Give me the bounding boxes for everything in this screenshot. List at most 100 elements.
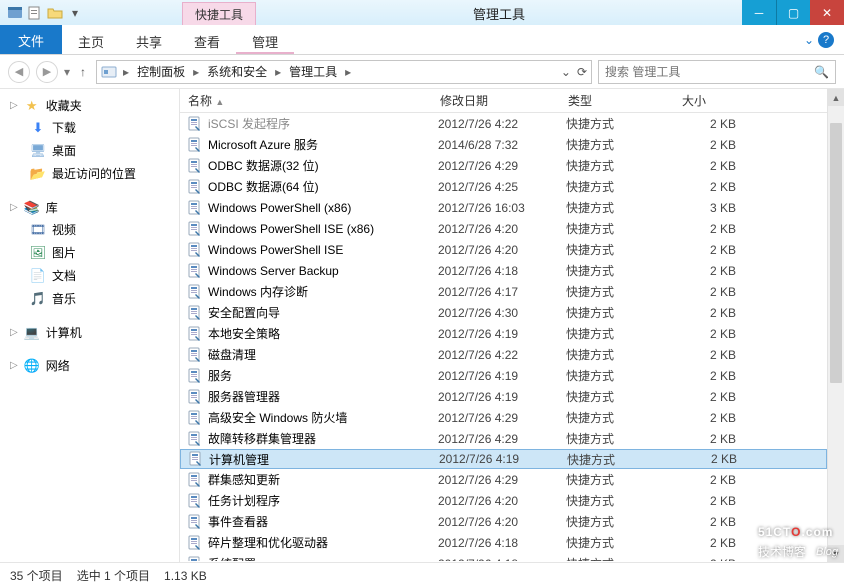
- close-button[interactable]: ✕: [810, 0, 844, 25]
- history-dropdown-icon[interactable]: ▾: [64, 65, 70, 79]
- file-row[interactable]: 高级安全 Windows 防火墙2012/7/26 4:29快捷方式2 KB: [180, 407, 827, 428]
- scroll-up-button[interactable]: ▲: [828, 89, 844, 106]
- file-size: 2 KB: [680, 138, 736, 152]
- sidebar-item-documents[interactable]: 📄文档: [0, 264, 179, 287]
- search-icon[interactable]: 🔍: [814, 65, 829, 79]
- sidebar-computer[interactable]: ▷💻计算机: [0, 322, 179, 343]
- file-row[interactable]: 任务计划程序2012/7/26 4:20快捷方式2 KB: [180, 490, 827, 511]
- sidebar-item-videos[interactable]: 🎞视频: [0, 218, 179, 241]
- shortcut-icon: [186, 347, 204, 363]
- refresh-icon[interactable]: ⟳: [577, 65, 587, 79]
- col-date[interactable]: 修改日期: [432, 92, 560, 109]
- file-row[interactable]: 群集感知更新2012/7/26 4:29快捷方式2 KB: [180, 469, 827, 490]
- address-dropdown-icon[interactable]: ⌄: [561, 65, 571, 79]
- file-row[interactable]: ODBC 数据源(64 位)2012/7/26 4:25快捷方式2 KB: [180, 176, 827, 197]
- sidebar-item-label: 视频: [52, 221, 76, 238]
- expand-ribbon-icon[interactable]: ⌄: [804, 33, 814, 47]
- file-size: 3 KB: [680, 201, 736, 215]
- breadcrumb-item[interactable]: 控制面板: [135, 63, 187, 80]
- file-date: 2012/7/26 4:30: [438, 306, 566, 320]
- file-name: Windows PowerShell ISE (x86): [208, 222, 438, 236]
- sidebar-network[interactable]: ▷🌐网络: [0, 355, 179, 376]
- sidebar-item-label: 桌面: [52, 142, 76, 159]
- search-input[interactable]: [605, 65, 814, 79]
- file-type: 快捷方式: [566, 471, 680, 488]
- computer-icon: 💻: [24, 325, 40, 341]
- qat-newfolder-icon[interactable]: [46, 4, 64, 22]
- vertical-scrollbar[interactable]: ▲ ▼: [827, 89, 844, 562]
- maximize-button[interactable]: ▢: [776, 0, 810, 25]
- file-type: 快捷方式: [566, 199, 680, 216]
- search-box[interactable]: 🔍: [598, 60, 836, 84]
- file-row[interactable]: 故障转移群集管理器2012/7/26 4:29快捷方式2 KB: [180, 428, 827, 449]
- file-size: 2 KB: [680, 411, 736, 425]
- file-row[interactable]: Microsoft Azure 服务2014/6/28 7:32快捷方式2 KB: [180, 134, 827, 155]
- col-type[interactable]: 类型: [560, 92, 674, 109]
- file-type: 快捷方式: [566, 178, 680, 195]
- forward-button[interactable]: ▶: [36, 61, 58, 83]
- file-row[interactable]: Windows PowerShell (x86)2012/7/26 16:03快…: [180, 197, 827, 218]
- file-name: 磁盘清理: [208, 346, 438, 363]
- ribbon-tab-manage[interactable]: 管理: [236, 25, 294, 54]
- sidebar-libraries[interactable]: ▷📚库: [0, 197, 179, 218]
- ribbon-tab-share[interactable]: 共享: [120, 25, 178, 54]
- file-type: 快捷方式: [566, 346, 680, 363]
- libraries-icon: 📚: [24, 200, 40, 216]
- file-row[interactable]: 事件查看器2012/7/26 4:20快捷方式2 KB: [180, 511, 827, 532]
- col-name[interactable]: 名称 ▲: [180, 92, 432, 109]
- sidebar-favorites[interactable]: ▷★收藏夹: [0, 95, 179, 116]
- navigation-pane: ▷★收藏夹 ⬇下载 🖥桌面 📂最近访问的位置 ▷📚库 🎞视频 🖼图片 📄文档 🎵…: [0, 89, 180, 562]
- breadcrumb-item[interactable]: 管理工具: [287, 63, 339, 80]
- up-button[interactable]: ↑: [76, 65, 90, 79]
- scroll-down-button[interactable]: ▼: [828, 545, 844, 562]
- ribbon-tab-view[interactable]: 查看: [178, 25, 236, 54]
- file-date: 2012/7/26 4:20: [438, 222, 566, 236]
- sidebar-item-label: 文档: [52, 267, 76, 284]
- ribbon-tab-home[interactable]: 主页: [62, 25, 120, 54]
- file-row[interactable]: 服务器管理器2012/7/26 4:19快捷方式2 KB: [180, 386, 827, 407]
- file-row[interactable]: 安全配置向导2012/7/26 4:30快捷方式2 KB: [180, 302, 827, 323]
- shortcut-icon: [186, 137, 204, 153]
- file-size: 2 KB: [680, 306, 736, 320]
- address-bar[interactable]: ▸ 控制面板 ▸ 系统和安全 ▸ 管理工具 ▸ ⌄ ⟳: [96, 60, 592, 84]
- file-name: 安全配置向导: [208, 304, 438, 321]
- file-row[interactable]: Windows PowerShell ISE2012/7/26 4:20快捷方式…: [180, 239, 827, 260]
- file-row[interactable]: iSCSI 发起程序2012/7/26 4:22快捷方式2 KB: [180, 113, 827, 134]
- file-type: 快捷方式: [566, 262, 680, 279]
- file-date: 2012/7/26 4:25: [438, 180, 566, 194]
- file-name: 故障转移群集管理器: [208, 430, 438, 447]
- file-row[interactable]: 本地安全策略2012/7/26 4:19快捷方式2 KB: [180, 323, 827, 344]
- file-row[interactable]: Windows PowerShell ISE (x86)2012/7/26 4:…: [180, 218, 827, 239]
- minimize-button[interactable]: ─: [742, 0, 776, 25]
- file-name: ODBC 数据源(32 位): [208, 157, 438, 174]
- file-row[interactable]: 服务2012/7/26 4:19快捷方式2 KB: [180, 365, 827, 386]
- sidebar-item-recent[interactable]: 📂最近访问的位置: [0, 162, 179, 185]
- shortcut-icon: [186, 284, 204, 300]
- back-button[interactable]: ◀: [8, 61, 30, 83]
- file-size: 2 KB: [680, 180, 736, 194]
- file-row[interactable]: 计算机管理2012/7/26 4:19快捷方式2 KB: [180, 449, 827, 469]
- sort-indicator-icon: ▲: [215, 97, 224, 107]
- file-type: 快捷方式: [566, 325, 680, 342]
- help-icon[interactable]: ?: [818, 32, 834, 48]
- sidebar-item-desktop[interactable]: 🖥桌面: [0, 139, 179, 162]
- qat-properties-icon[interactable]: [26, 4, 44, 22]
- file-row[interactable]: Windows Server Backup2012/7/26 4:18快捷方式2…: [180, 260, 827, 281]
- scroll-thumb[interactable]: [830, 123, 842, 383]
- sidebar-item-pictures[interactable]: 🖼图片: [0, 241, 179, 264]
- file-type: 快捷方式: [566, 555, 680, 561]
- file-row[interactable]: Windows 内存诊断2012/7/26 4:17快捷方式2 KB: [180, 281, 827, 302]
- file-row[interactable]: 系统配置2012/7/26 4:18快捷方式2 KB: [180, 553, 827, 561]
- navigation-bar: ◀ ▶ ▾ ↑ ▸ 控制面板 ▸ 系统和安全 ▸ 管理工具 ▸ ⌄ ⟳ 🔍: [0, 55, 844, 89]
- shortcut-icon: [186, 326, 204, 342]
- file-row[interactable]: 磁盘清理2012/7/26 4:22快捷方式2 KB: [180, 344, 827, 365]
- file-row[interactable]: 碎片整理和优化驱动器2012/7/26 4:18快捷方式2 KB: [180, 532, 827, 553]
- breadcrumb-item[interactable]: 系统和安全: [205, 63, 269, 80]
- context-tab[interactable]: 快捷工具: [182, 2, 256, 25]
- qat-dropdown-icon[interactable]: ▾: [66, 4, 84, 22]
- ribbon-file[interactable]: 文件: [0, 25, 62, 54]
- file-row[interactable]: ODBC 数据源(32 位)2012/7/26 4:29快捷方式2 KB: [180, 155, 827, 176]
- col-size[interactable]: 大小: [674, 92, 740, 109]
- sidebar-item-music[interactable]: 🎵音乐: [0, 287, 179, 310]
- sidebar-item-downloads[interactable]: ⬇下载: [0, 116, 179, 139]
